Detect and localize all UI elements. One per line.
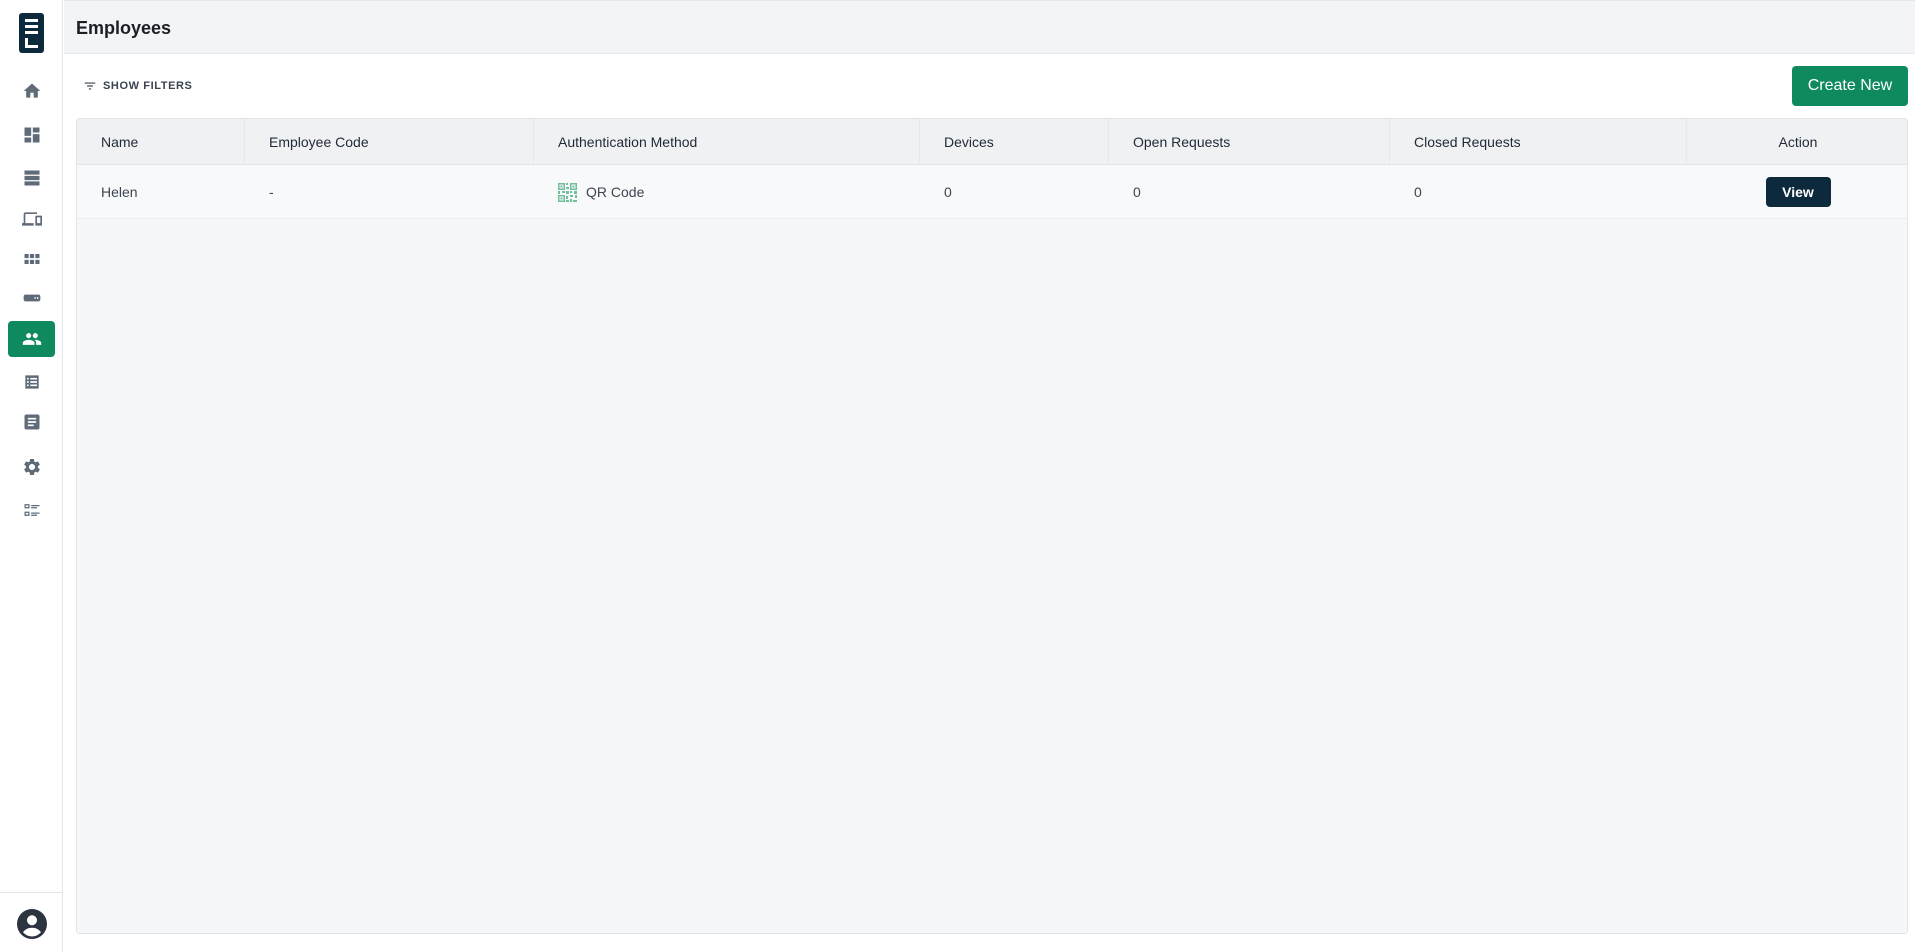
storage-icon — [24, 170, 39, 186]
column-header-devices[interactable]: Devices — [920, 119, 1109, 165]
checklist-icon — [24, 504, 39, 516]
app-logo[interactable] — [19, 13, 44, 53]
sidebar-item-document[interactable] — [8, 404, 55, 440]
cell-devices: 0 — [944, 184, 952, 200]
sidebar-item-storage[interactable] — [8, 160, 55, 196]
view-button[interactable]: View — [1765, 177, 1831, 207]
user-avatar[interactable] — [17, 909, 47, 939]
qr-code-icon — [558, 182, 577, 202]
column-header-authentication-method[interactable]: Authentication Method — [534, 119, 920, 165]
sidebar-divider — [0, 892, 63, 893]
hardware-icon — [23, 294, 40, 302]
show-filters-button[interactable]: SHOW FILTERS — [83, 77, 193, 95]
table-header: Name Employee Code Authentication Method… — [77, 119, 1907, 165]
show-filters-label: SHOW FILTERS — [103, 80, 193, 92]
list-icon — [24, 375, 39, 389]
sidebar-item-settings[interactable] — [8, 449, 55, 485]
column-header-action: Action — [1778, 134, 1818, 150]
column-header-closed-requests[interactable]: Closed Requests — [1390, 119, 1687, 165]
cell-action: View — [1687, 165, 1909, 219]
create-new-button[interactable]: Create New — [1792, 66, 1908, 106]
apps-icon — [24, 254, 39, 264]
cell-closed-requests: 0 — [1414, 184, 1422, 200]
people-icon — [22, 333, 41, 345]
sidebar-item-home[interactable] — [8, 73, 55, 109]
sidebar-item-apps[interactable] — [8, 241, 55, 277]
column-header-name[interactable]: Name — [77, 119, 245, 165]
sidebar-item-employees[interactable] — [8, 321, 55, 357]
cell-authentication-method: QR Code — [534, 165, 920, 219]
home-icon — [23, 83, 40, 98]
sidebar — [0, 0, 63, 952]
app: Employees SHOW FILTERS Create New Name E… — [0, 0, 1915, 952]
cell-employee-code: - — [269, 184, 274, 200]
column-header-open-requests[interactable]: Open Requests — [1109, 119, 1390, 165]
gear-icon — [23, 459, 40, 475]
account-circle-icon — [17, 909, 47, 939]
table-row[interactable]: Helen - QR Code 0 0 0 View — [77, 165, 1907, 219]
auth-method-label: QR Code — [586, 184, 645, 200]
page-title: Employees — [76, 18, 172, 38]
page-header: Employees — [64, 0, 1915, 54]
filter-icon — [84, 82, 96, 90]
cell-open-requests: 0 — [1133, 184, 1141, 200]
sidebar-item-dashboard[interactable] — [8, 117, 55, 153]
dashboard-icon — [24, 127, 39, 143]
sidebar-item-hardware[interactable] — [8, 280, 55, 316]
sidebar-item-checklist[interactable] — [8, 492, 55, 528]
devices-icon — [21, 212, 42, 226]
sidebar-item-devices[interactable] — [8, 201, 55, 237]
document-icon — [24, 414, 39, 430]
employees-table: Name Employee Code Authentication Method… — [76, 118, 1908, 934]
column-header-employee-code[interactable]: Employee Code — [245, 119, 534, 165]
sidebar-item-list[interactable] — [8, 364, 55, 400]
cell-name: Helen — [101, 184, 138, 200]
